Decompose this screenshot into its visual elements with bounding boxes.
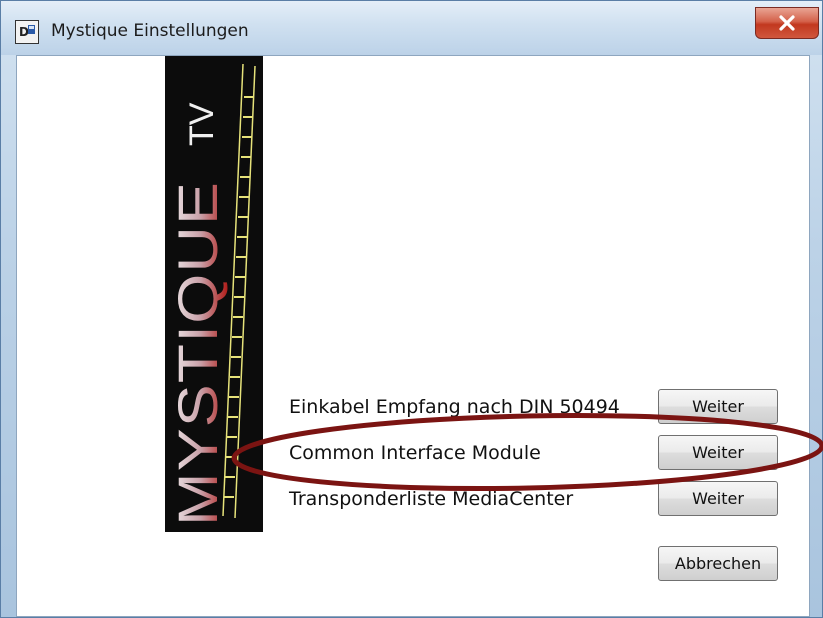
option-label-einkabel: Einkabel Empfang nach DIN 50494 bbox=[289, 396, 620, 418]
mystique-tv-logo: MYSTIQUE TV bbox=[165, 56, 263, 532]
weiter-button-transponderliste[interactable]: Weiter bbox=[658, 481, 778, 516]
svg-text:D: D bbox=[19, 25, 29, 39]
weiter-button-common-interface[interactable]: Weiter bbox=[658, 435, 778, 470]
dialog-content: MYSTIQUE TV Einkabel Empfang nach DIN 50… bbox=[16, 55, 810, 617]
close-button[interactable] bbox=[755, 7, 819, 39]
option-label-common-interface: Common Interface Module bbox=[289, 442, 541, 464]
weiter-button-einkabel[interactable]: Weiter bbox=[658, 389, 778, 424]
logo-suffix-text: TV bbox=[183, 102, 221, 146]
title-bar[interactable]: D Mystique Einstellungen bbox=[1, 1, 822, 55]
app-icon: D bbox=[15, 20, 39, 44]
option-label-transponderliste: Transponderliste MediaCenter bbox=[289, 488, 574, 510]
window-title: Mystique Einstellungen bbox=[51, 21, 249, 41]
cancel-button[interactable]: Abbrechen bbox=[658, 546, 778, 581]
settings-window: D Mystique Einstellungen MYSTIQUE TV Ein… bbox=[0, 0, 823, 618]
logo-brand-text: MYSTIQUE bbox=[166, 181, 229, 526]
close-icon bbox=[779, 15, 795, 31]
